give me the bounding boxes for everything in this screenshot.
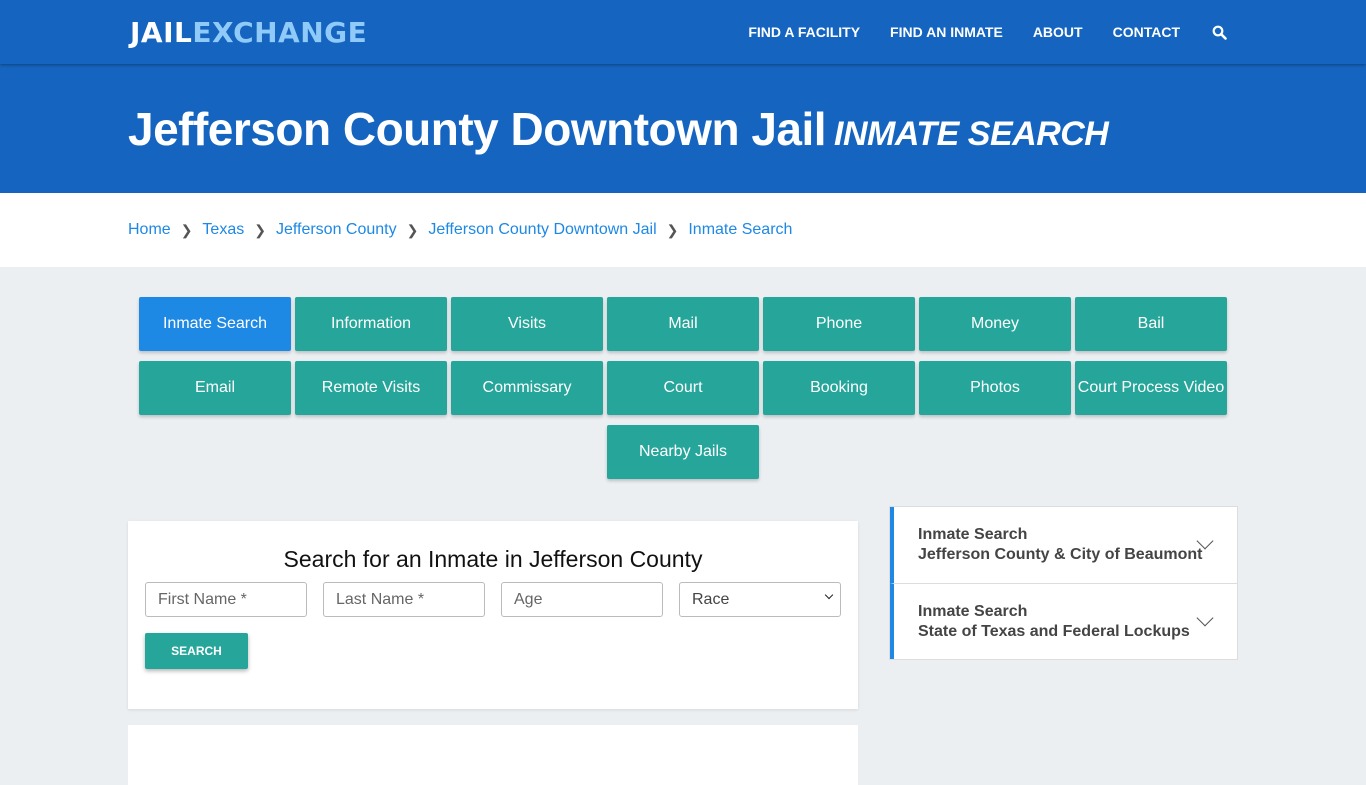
- btn-money[interactable]: Money: [919, 297, 1071, 351]
- search-heading: Search for an Inmate in Jefferson County: [283, 546, 703, 572]
- btn-information[interactable]: Information: [295, 297, 447, 351]
- btn-inmate-search[interactable]: Inmate Search: [139, 297, 291, 351]
- logo-part2: EXCHANGE: [192, 16, 368, 49]
- chevron-right-icon: ❯: [406, 221, 419, 238]
- nav-about[interactable]: ABOUT: [1033, 24, 1083, 40]
- breadcrumb-current[interactable]: Inmate Search: [688, 221, 792, 239]
- age-input[interactable]: Age: [501, 582, 663, 617]
- btn-photos[interactable]: Photos: [919, 361, 1071, 415]
- btn-court-process-video[interactable]: Court Process Video: [1075, 361, 1227, 415]
- nav-find-inmate[interactable]: FIND AN INMATE: [890, 24, 1003, 40]
- breadcrumb-state[interactable]: Texas: [202, 221, 244, 239]
- page-title: Jefferson County Downtown Jail INMATE SEA…: [128, 102, 1109, 156]
- breadcrumb-county[interactable]: Jefferson County: [276, 221, 397, 239]
- search-icon[interactable]: [1212, 25, 1227, 40]
- search-button[interactable]: SEARCH: [145, 633, 248, 669]
- btn-visits[interactable]: Visits: [451, 297, 603, 351]
- btn-nearby-jails[interactable]: Nearby Jails: [607, 425, 759, 479]
- btn-commissary[interactable]: Commissary: [451, 361, 603, 415]
- accordion-subtitle: State of Texas and Federal Lockups: [918, 623, 1190, 640]
- chevron-right-icon: ❯: [180, 221, 193, 238]
- hero-banner: Jefferson County Downtown Jail INMATE SEA…: [0, 64, 1366, 193]
- logo[interactable]: JAILEXCHANGE: [130, 16, 367, 49]
- accordion-title: Inmate Search: [918, 603, 1028, 620]
- accordion-title: Inmate Search: [918, 526, 1028, 543]
- first-name-input[interactable]: First Name *: [145, 582, 307, 617]
- main-nav: FIND A FACILITY FIND AN INMATE ABOUT CON…: [718, 0, 1227, 64]
- page-title-text: Jefferson County Downtown Jail: [128, 102, 827, 155]
- breadcrumb-facility[interactable]: Jefferson County Downtown Jail: [428, 221, 656, 239]
- accordion-county-search[interactable]: Inmate Search Jefferson County & City of…: [890, 507, 1237, 583]
- accordion-state-search[interactable]: Inmate Search State of Texas and Federal…: [890, 583, 1237, 659]
- btn-email[interactable]: Email: [139, 361, 291, 415]
- breadcrumb: Home ❯ Texas ❯ Jefferson County ❯ Jefferson…: [0, 193, 1366, 267]
- inmate-search-card: Search for an Inmate in Jefferson County…: [128, 521, 858, 709]
- navbar: JAILEXCHANGE FIND A FACILITY FIND AN INM…: [0, 0, 1366, 64]
- last-name-input[interactable]: Last Name *: [323, 582, 485, 617]
- breadcrumb-home[interactable]: Home: [128, 221, 171, 239]
- chevron-down-icon: [824, 590, 834, 600]
- accordion-subtitle: Jefferson County & City of Beaumont: [918, 546, 1203, 563]
- nav-contact[interactable]: CONTACT: [1113, 24, 1180, 40]
- btn-phone[interactable]: Phone: [763, 297, 915, 351]
- btn-bail[interactable]: Bail: [1075, 297, 1227, 351]
- sidebar-accordion: Inmate Search Jefferson County & City of…: [889, 506, 1238, 660]
- btn-remote-visits[interactable]: Remote Visits: [295, 361, 447, 415]
- race-select[interactable]: Race: [679, 582, 841, 617]
- chevron-right-icon: ❯: [666, 221, 679, 238]
- race-select-value: Race: [692, 590, 730, 608]
- btn-court[interactable]: Court: [607, 361, 759, 415]
- content-card: [128, 725, 858, 785]
- btn-mail[interactable]: Mail: [607, 297, 759, 351]
- btn-booking[interactable]: Booking: [763, 361, 915, 415]
- logo-part1: JAIL: [130, 16, 193, 49]
- page-subtitle: INMATE SEARCH: [834, 114, 1109, 153]
- nav-find-facility[interactable]: FIND A FACILITY: [748, 24, 860, 40]
- chevron-right-icon: ❯: [254, 221, 266, 238]
